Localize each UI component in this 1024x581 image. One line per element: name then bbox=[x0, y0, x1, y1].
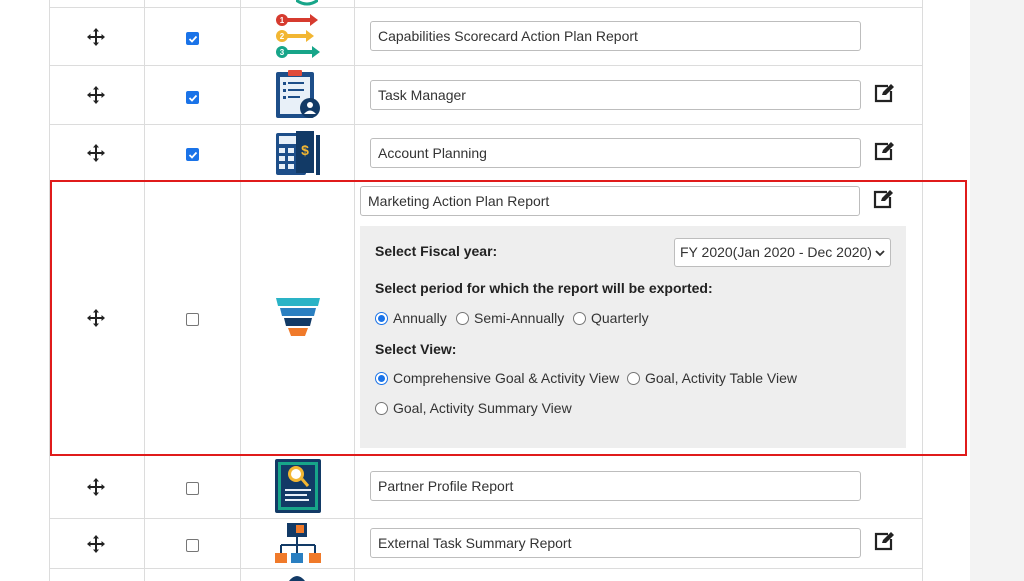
include-checkbox[interactable] bbox=[186, 148, 199, 161]
task-clipboard-icon bbox=[276, 70, 320, 118]
numbered-steps-icon: 1 2 3 bbox=[276, 14, 320, 58]
calculator-icon: $ bbox=[276, 131, 320, 175]
include-checkbox[interactable] bbox=[186, 313, 199, 326]
include-checkbox[interactable] bbox=[186, 539, 199, 552]
edit-icon[interactable] bbox=[872, 188, 894, 210]
period-option-annually[interactable]: Annually bbox=[375, 310, 447, 326]
funnel-icon bbox=[276, 298, 320, 336]
org-chart-icon bbox=[275, 523, 321, 563]
svg-text:2: 2 bbox=[280, 32, 285, 41]
edit-icon[interactable] bbox=[873, 530, 895, 552]
fiscal-year-label: Select Fiscal year: bbox=[375, 243, 498, 259]
report-name-input[interactable]: External Task Summary Report bbox=[370, 528, 861, 558]
view-option-summary[interactable]: Goal, Activity Summary View bbox=[375, 400, 572, 416]
period-option-quarterly[interactable]: Quarterly bbox=[573, 310, 649, 326]
radio-selected[interactable] bbox=[375, 371, 388, 385]
view-option-comprehensive[interactable]: Comprehensive Goal & Activity View bbox=[375, 370, 619, 386]
fiscal-year-select[interactable]: FY 2020(Jan 2020 - Dec 2020) bbox=[674, 238, 891, 267]
period-option-semi-annually[interactable]: Semi-Annually bbox=[456, 310, 564, 326]
svg-text:$: $ bbox=[301, 142, 309, 158]
drag-handle-icon[interactable] bbox=[84, 306, 108, 330]
cropped-icon bbox=[289, 576, 305, 581]
radio-unselected[interactable] bbox=[573, 311, 586, 325]
drag-handle-icon[interactable] bbox=[84, 83, 108, 107]
fiscal-year-value: FY 2020(Jan 2020 - Dec 2020) bbox=[680, 244, 872, 260]
radio-selected[interactable] bbox=[375, 311, 388, 325]
svg-text:1: 1 bbox=[280, 16, 285, 25]
profile-search-icon bbox=[275, 459, 321, 513]
radio-unselected[interactable] bbox=[456, 311, 469, 325]
include-checkbox[interactable] bbox=[186, 32, 199, 45]
drag-handle-icon[interactable] bbox=[84, 475, 108, 499]
view-label: Select View: bbox=[375, 341, 457, 357]
cropped-icon bbox=[296, 0, 318, 6]
report-name-input[interactable]: Task Manager bbox=[370, 80, 861, 110]
report-name-input[interactable]: Partner Profile Report bbox=[370, 471, 861, 501]
drag-handle-icon[interactable] bbox=[84, 141, 108, 165]
include-checkbox[interactable] bbox=[186, 91, 199, 104]
svg-text:3: 3 bbox=[280, 48, 285, 57]
radio-unselected[interactable] bbox=[627, 371, 640, 385]
include-checkbox[interactable] bbox=[186, 482, 199, 495]
edit-icon[interactable] bbox=[873, 140, 895, 162]
report-name-input[interactable]: Capabilities Scorecard Action Plan Repor… bbox=[370, 21, 861, 51]
report-name-input[interactable]: Marketing Action Plan Report bbox=[360, 186, 860, 216]
radio-unselected[interactable] bbox=[375, 401, 388, 415]
edit-icon[interactable] bbox=[873, 82, 895, 104]
view-option-table[interactable]: Goal, Activity Table View bbox=[627, 370, 797, 386]
drag-handle-icon[interactable] bbox=[84, 532, 108, 556]
period-label: Select period for which the report will … bbox=[375, 280, 713, 296]
drag-handle-icon[interactable] bbox=[84, 25, 108, 49]
chevron-down-icon bbox=[875, 250, 885, 257]
report-name-input[interactable]: Account Planning bbox=[370, 138, 861, 168]
